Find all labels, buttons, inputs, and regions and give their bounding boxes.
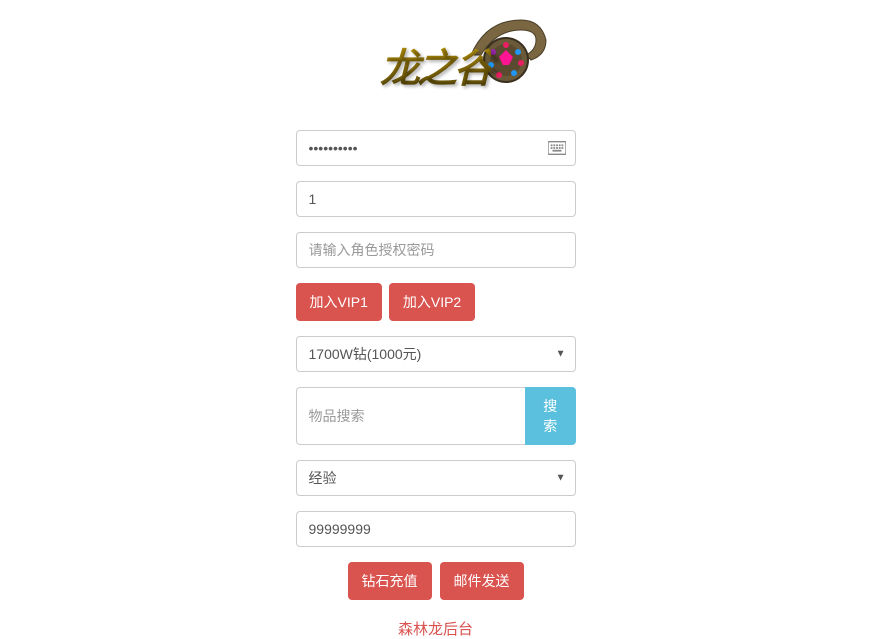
- keyboard-icon: [548, 141, 566, 155]
- search-button[interactable]: 搜索: [525, 387, 575, 445]
- join-vip2-button[interactable]: 加入VIP2: [389, 283, 475, 321]
- game-logo: 龙之谷: [331, 15, 541, 115]
- experience-select[interactable]: 经验: [296, 460, 576, 496]
- mail-send-button[interactable]: 邮件发送: [440, 562, 524, 600]
- footer-title: 森林龙后台: [398, 618, 473, 639]
- auth-password-input[interactable]: [296, 232, 576, 268]
- join-vip1-button[interactable]: 加入VIP1: [296, 283, 382, 321]
- logo-text: 龙之谷: [380, 36, 491, 94]
- diamond-recharge-button[interactable]: 钻石充值: [348, 562, 432, 600]
- number-input[interactable]: [296, 181, 576, 217]
- quantity-input[interactable]: [296, 511, 576, 547]
- recharge-amount-select[interactable]: 1700W钻(1000元): [296, 336, 576, 372]
- item-search-input[interactable]: [296, 387, 526, 445]
- password-input[interactable]: [296, 130, 576, 166]
